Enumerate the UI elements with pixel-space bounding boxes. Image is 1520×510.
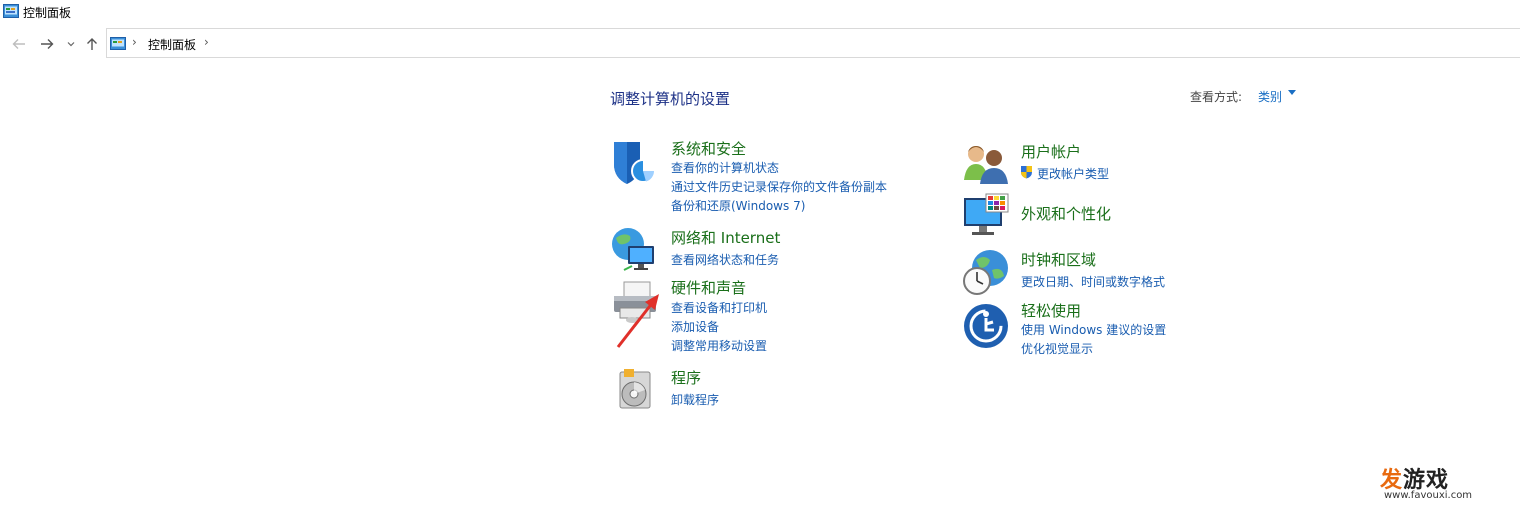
category-hardware-and-sound[interactable]: 硬件和声音	[671, 277, 746, 298]
category-programs[interactable]: 程序	[671, 367, 701, 388]
arrow-up-icon	[87, 38, 97, 50]
ease-of-access-icon	[964, 304, 1008, 348]
network-globe-icon	[612, 228, 654, 271]
category-appearance-and-personalization[interactable]: 外观和个性化	[1021, 203, 1111, 224]
chevron-down-icon	[67, 42, 75, 47]
category-system-and-security[interactable]: 系统和安全	[671, 138, 746, 159]
category-network-and-internet[interactable]: 网络和 Internet	[671, 227, 780, 248]
category-clock-and-region[interactable]: 时钟和区域	[1021, 249, 1096, 270]
recent-locations-button[interactable]	[64, 35, 78, 53]
window-title: 控制面板	[23, 6, 72, 20]
arrow-left-icon	[12, 39, 25, 49]
back-button[interactable]	[10, 35, 28, 53]
up-button[interactable]	[83, 35, 101, 53]
link-file-history[interactable]: 通过文件历史记录保存你的文件备份副本	[671, 178, 887, 195]
link-windows-recommended-settings[interactable]: 使用 Windows 建议的设置	[1021, 321, 1166, 338]
link-backup-restore[interactable]: 备份和还原(Windows 7)	[671, 197, 805, 214]
appearance-monitor-icon	[964, 193, 1009, 235]
link-view-network-status[interactable]: 查看网络状态和任务	[671, 251, 779, 268]
link-change-date-time-format[interactable]: 更改日期、时间或数字格式	[1021, 273, 1165, 290]
page-heading: 调整计算机的设置	[610, 90, 731, 108]
programs-disc-icon	[619, 369, 651, 409]
control-panel-icon	[110, 37, 126, 50]
view-by-label: 查看方式:	[1190, 90, 1243, 104]
forward-button[interactable]	[38, 35, 56, 53]
title-bar: 控制面板	[0, 0, 1520, 24]
breadcrumb-control-panel[interactable]: 控制面板	[148, 36, 196, 53]
clock-globe-icon	[963, 250, 1008, 295]
category-ease-of-access[interactable]: 轻松使用	[1021, 300, 1081, 321]
control-panel-icon	[3, 4, 19, 18]
annotation-arrow	[616, 294, 659, 348]
link-view-devices-printers[interactable]: 查看设备和打印机	[671, 299, 767, 316]
watermark-logo: 发游戏 www.favouxi.com	[1380, 462, 1480, 504]
caret-down-icon[interactable]	[1288, 90, 1296, 95]
view-by-dropdown[interactable]: 类别	[1258, 88, 1282, 105]
link-uninstall-program[interactable]: 卸载程序	[671, 391, 719, 408]
user-accounts-icon	[964, 146, 1008, 184]
breadcrumb-separator[interactable]: ›	[132, 35, 137, 49]
link-optimize-visual-display[interactable]: 优化视觉显示	[1021, 340, 1093, 357]
link-add-device[interactable]: 添加设备	[671, 318, 719, 335]
uac-shield-icon	[1021, 166, 1032, 179]
breadcrumb-separator[interactable]: ›	[204, 35, 209, 49]
link-change-account-type[interactable]: 更改帐户类型	[1037, 165, 1109, 182]
shield-icon	[614, 142, 655, 184]
link-view-computer-status[interactable]: 查看你的计算机状态	[671, 159, 779, 176]
arrow-right-icon	[41, 39, 54, 49]
navigation-bar: › 控制面板 ›	[0, 28, 1520, 60]
link-mobility-settings[interactable]: 调整常用移动设置	[671, 337, 767, 354]
category-user-accounts[interactable]: 用户帐户	[1021, 141, 1081, 162]
address-bar[interactable]: › 控制面板 ›	[106, 28, 1520, 58]
watermark-url: www.favouxi.com	[1384, 490, 1473, 501]
